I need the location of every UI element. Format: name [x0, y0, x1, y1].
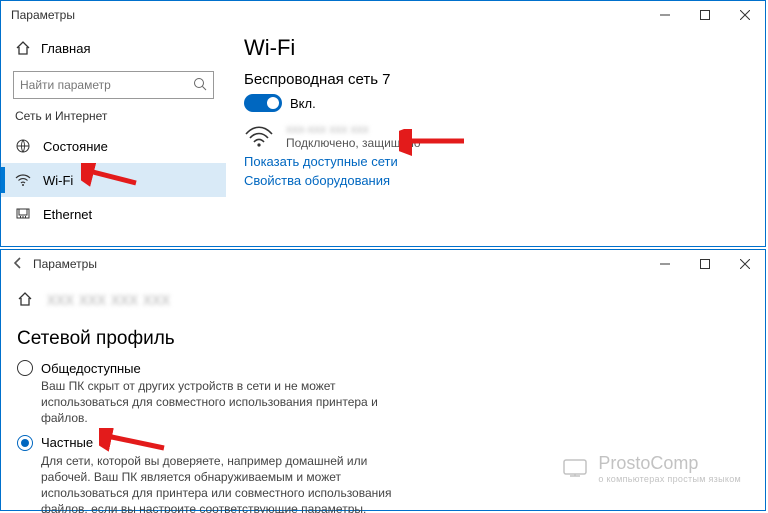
- show-networks-link[interactable]: Показать доступные сети: [244, 154, 765, 169]
- wifi-signal-icon: [244, 124, 274, 148]
- section-heading: Сетевой профиль: [17, 328, 749, 350]
- watermark-tagline: о компьютерах простым языком: [598, 474, 741, 484]
- sidebar-item-wifi[interactable]: Wi-Fi: [1, 163, 226, 197]
- titlebar: Параметры: [1, 250, 765, 278]
- network-status: Подключено, защищено: [286, 136, 421, 150]
- sidebar-section-label: Сеть и Интернет: [1, 109, 226, 123]
- home-icon: [15, 40, 31, 56]
- maximize-button[interactable]: [685, 250, 725, 278]
- radio-checked-icon: [17, 435, 33, 451]
- maximize-button[interactable]: [685, 1, 725, 29]
- home-label: Главная: [41, 41, 90, 56]
- settings-window-profile: Параметры xxx xxx xxx xxx Сетевой профил…: [0, 249, 766, 511]
- window-title: Параметры: [11, 8, 75, 22]
- watermark: ProstoComp о компьютерах простым языком: [560, 453, 741, 484]
- home-icon[interactable]: [17, 291, 33, 307]
- radio-private[interactable]: Частные: [17, 435, 749, 451]
- home-button[interactable]: Главная: [1, 33, 226, 63]
- network-title-blurred: xxx xxx xxx xxx: [47, 289, 170, 310]
- public-description: Ваш ПК скрыт от других устройств в сети …: [41, 378, 401, 427]
- close-button[interactable]: [725, 1, 765, 29]
- window-title: Параметры: [33, 257, 97, 271]
- minimize-button[interactable]: [645, 1, 685, 29]
- sidebar-item-label: Wi-Fi: [43, 173, 73, 188]
- search-placeholder: Найти параметр: [20, 78, 111, 92]
- search-icon: [193, 77, 207, 94]
- sidebar: Главная Найти параметр Сеть и Интернет С…: [1, 29, 226, 247]
- wifi-toggle[interactable]: Вкл.: [244, 94, 765, 112]
- toggle-label: Вкл.: [290, 96, 316, 111]
- radio-label: Частные: [41, 435, 93, 450]
- back-icon[interactable]: [11, 256, 27, 273]
- status-icon: [15, 138, 31, 154]
- watermark-icon: [560, 454, 590, 484]
- sidebar-item-label: Ethernet: [43, 207, 92, 222]
- close-button[interactable]: [725, 250, 765, 278]
- toggle-switch-icon: [244, 94, 282, 112]
- wifi-icon: [15, 172, 31, 188]
- watermark-brand: ProstoComp: [598, 453, 741, 474]
- sidebar-item-status[interactable]: Состояние: [1, 129, 226, 163]
- minimize-button[interactable]: [645, 250, 685, 278]
- ethernet-icon: [15, 206, 31, 222]
- sidebar-item-ethernet[interactable]: Ethernet: [1, 197, 226, 231]
- current-network[interactable]: xxx-xxx xxx xxx Подключено, защищено: [244, 122, 765, 150]
- private-description: Для сети, которой вы доверяете, например…: [41, 453, 401, 513]
- radio-label: Общедоступные: [41, 361, 141, 376]
- titlebar: Параметры: [1, 1, 765, 29]
- main-panel: Wi-Fi Беспроводная сеть 7 Вкл. xxx-xxx x…: [226, 29, 765, 247]
- radio-public[interactable]: Общедоступные: [17, 360, 749, 376]
- radio-unchecked-icon: [17, 360, 33, 376]
- hardware-properties-link[interactable]: Свойства оборудования: [244, 173, 765, 188]
- page-title: Wi-Fi: [244, 35, 765, 61]
- breadcrumb-row: xxx xxx xxx xxx: [17, 284, 749, 314]
- network-ssid-blurred: xxx-xxx xxx xxx: [286, 122, 421, 136]
- adapter-name: Беспроводная сеть 7: [244, 71, 765, 88]
- sidebar-item-label: Состояние: [43, 139, 108, 154]
- settings-window-wifi: Параметры Главная Найти параметр Сеть и …: [0, 0, 766, 247]
- search-input[interactable]: Найти параметр: [13, 71, 214, 99]
